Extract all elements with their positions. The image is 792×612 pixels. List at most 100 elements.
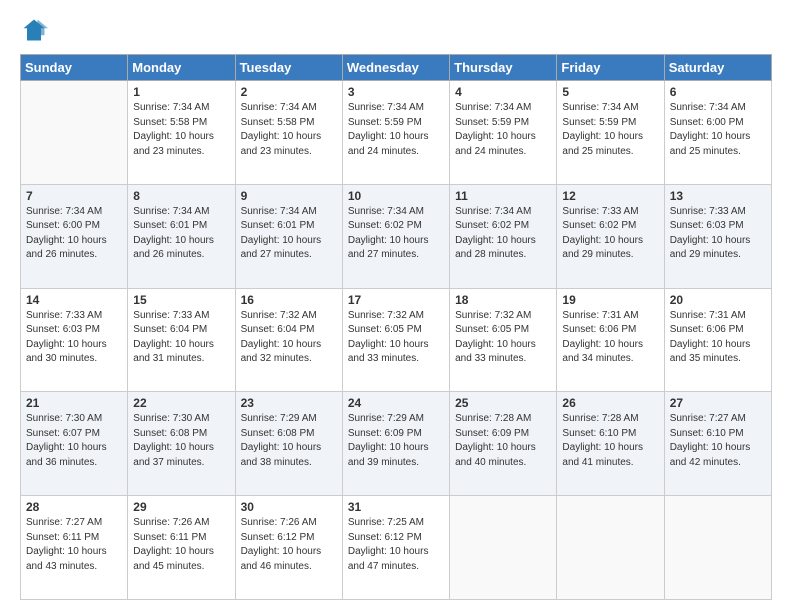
- day-number: 22: [133, 396, 229, 410]
- day-info: Sunrise: 7:25 AMSunset: 6:12 PMDaylight:…: [348, 516, 444, 574]
- calendar-cell: 21Sunrise: 7:30 AMSunset: 6:07 PMDayligh…: [21, 392, 128, 496]
- weekday-header-wednesday: Wednesday: [342, 55, 449, 81]
- calendar-cell: 3 Sunrise: 7:34 AMSunset: 5:59 PMDaylight…: [342, 81, 449, 185]
- calendar-cell: 10 Sunrise: 7:34 AMSunset: 6:02 PMDayligh…: [342, 184, 449, 288]
- calendar-cell: 4Sunrise: 7:34 AMSunset: 5:59 PMDaylight…: [450, 81, 557, 185]
- calendar-cell: 16 Sunrise: 7:32 AMSunset: 6:04 PMDayligh…: [235, 288, 342, 392]
- calendar-cell: [21, 81, 128, 185]
- day-number: 19: [562, 293, 658, 307]
- day-number: 14: [26, 293, 122, 307]
- weekday-header-tuesday: Tuesday: [235, 55, 342, 81]
- calendar-cell: 26 Sunrise: 7:28 AMSunset: 6:10 PMDayligh…: [557, 392, 664, 496]
- day-number: 4: [455, 85, 551, 99]
- day-number: 8: [133, 189, 229, 203]
- day-number: 17: [348, 293, 444, 307]
- calendar-cell: 5 Sunrise: 7:34 AMSunset: 5:59 PMDaylight…: [557, 81, 664, 185]
- day-number: 27: [670, 396, 766, 410]
- calendar-cell: 29 Sunrise: 7:26 AMSunset: 6:11 PMDayligh…: [128, 496, 235, 600]
- calendar-week-row: 14 Sunrise: 7:33 AMSunset: 6:03 PMDayligh…: [21, 288, 772, 392]
- day-info: Sunrise: 7:34 AMSunset: 5:59 PMDaylight:…: [348, 101, 444, 159]
- calendar-week-row: 28 Sunrise: 7:27 AMSunset: 6:11 PMDayligh…: [21, 496, 772, 600]
- calendar-table: SundayMondayTuesdayWednesdayThursdayFrid…: [20, 54, 772, 600]
- day-info: Sunrise: 7:33 AMSunset: 6:03 PMDaylight:…: [26, 309, 122, 367]
- day-info: Sunrise: 7:32 AMSunset: 6:04 PMDaylight:…: [241, 309, 337, 367]
- calendar-cell: 17 Sunrise: 7:32 AMSunset: 6:05 PMDayligh…: [342, 288, 449, 392]
- day-info: Sunrise: 7:34 AMSunset: 5:59 PMDaylight:…: [562, 101, 658, 159]
- weekday-header-thursday: Thursday: [450, 55, 557, 81]
- day-info: Sunrise: 7:27 AMSunset: 6:10 PMDaylight:…: [670, 412, 766, 470]
- logo-icon: [20, 16, 48, 44]
- day-number: 11: [455, 189, 551, 203]
- day-number: 16: [241, 293, 337, 307]
- day-info: Sunrise: 7:33 AMSunset: 6:04 PMDaylight:…: [133, 309, 229, 367]
- weekday-header-row: SundayMondayTuesdayWednesdayThursdayFrid…: [21, 55, 772, 81]
- calendar-cell: 6Sunrise: 7:34 AMSunset: 6:00 PMDaylight…: [664, 81, 771, 185]
- calendar-cell: 2Sunrise: 7:34 AMSunset: 5:58 PMDaylight…: [235, 81, 342, 185]
- calendar-cell: 24Sunrise: 7:29 AMSunset: 6:09 PMDayligh…: [342, 392, 449, 496]
- day-number: 20: [670, 293, 766, 307]
- day-number: 18: [455, 293, 551, 307]
- day-number: 24: [348, 396, 444, 410]
- day-number: 28: [26, 500, 122, 514]
- day-info: Sunrise: 7:34 AMSunset: 6:00 PMDaylight:…: [26, 205, 122, 263]
- day-number: 26: [562, 396, 658, 410]
- day-info: Sunrise: 7:30 AMSunset: 6:08 PMDaylight:…: [133, 412, 229, 470]
- day-number: 31: [348, 500, 444, 514]
- calendar-cell: [557, 496, 664, 600]
- weekday-header-sunday: Sunday: [21, 55, 128, 81]
- day-info: Sunrise: 7:34 AMSunset: 6:02 PMDaylight:…: [348, 205, 444, 263]
- calendar-cell: 28 Sunrise: 7:27 AMSunset: 6:11 PMDayligh…: [21, 496, 128, 600]
- day-info: Sunrise: 7:32 AMSunset: 6:05 PMDaylight:…: [455, 309, 551, 367]
- day-info: Sunrise: 7:34 AMSunset: 6:01 PMDaylight:…: [241, 205, 337, 263]
- weekday-header-friday: Friday: [557, 55, 664, 81]
- day-info: Sunrise: 7:34 AMSunset: 5:58 PMDaylight:…: [241, 101, 337, 159]
- day-number: 25: [455, 396, 551, 410]
- calendar-cell: 30 Sunrise: 7:26 AMSunset: 6:12 PMDayligh…: [235, 496, 342, 600]
- calendar-cell: 1 Sunrise: 7:34 AMSunset: 5:58 PMDaylight…: [128, 81, 235, 185]
- day-number: 23: [241, 396, 337, 410]
- calendar-cell: 31 Sunrise: 7:25 AMSunset: 6:12 PMDayligh…: [342, 496, 449, 600]
- day-number: 13: [670, 189, 766, 203]
- day-info: Sunrise: 7:27 AMSunset: 6:11 PMDaylight:…: [26, 516, 122, 574]
- day-number: 30: [241, 500, 337, 514]
- day-info: Sunrise: 7:34 AMSunset: 6:00 PMDaylight:…: [670, 101, 766, 159]
- day-info: Sunrise: 7:26 AMSunset: 6:12 PMDaylight:…: [241, 516, 337, 574]
- calendar-cell: 27 Sunrise: 7:27 AMSunset: 6:10 PMDayligh…: [664, 392, 771, 496]
- day-number: 1: [133, 85, 229, 99]
- calendar-cell: 22 Sunrise: 7:30 AMSunset: 6:08 PMDayligh…: [128, 392, 235, 496]
- calendar-cell: 20 Sunrise: 7:31 AMSunset: 6:06 PMDayligh…: [664, 288, 771, 392]
- calendar-cell: 19Sunrise: 7:31 AMSunset: 6:06 PMDayligh…: [557, 288, 664, 392]
- calendar-week-row: 7 Sunrise: 7:34 AMSunset: 6:00 PMDaylight…: [21, 184, 772, 288]
- calendar-cell: 18 Sunrise: 7:32 AMSunset: 6:05 PMDayligh…: [450, 288, 557, 392]
- logo: [20, 16, 52, 44]
- calendar-cell: 8 Sunrise: 7:34 AMSunset: 6:01 PMDaylight…: [128, 184, 235, 288]
- day-info: Sunrise: 7:29 AMSunset: 6:08 PMDaylight:…: [241, 412, 337, 470]
- day-number: 29: [133, 500, 229, 514]
- day-info: Sunrise: 7:34 AMSunset: 6:01 PMDaylight:…: [133, 205, 229, 263]
- calendar-week-row: 1 Sunrise: 7:34 AMSunset: 5:58 PMDaylight…: [21, 81, 772, 185]
- calendar-cell: [450, 496, 557, 600]
- day-number: 10: [348, 189, 444, 203]
- day-info: Sunrise: 7:34 AMSunset: 5:58 PMDaylight:…: [133, 101, 229, 159]
- calendar-cell: 14 Sunrise: 7:33 AMSunset: 6:03 PMDayligh…: [21, 288, 128, 392]
- calendar-cell: 9 Sunrise: 7:34 AMSunset: 6:01 PMDaylight…: [235, 184, 342, 288]
- day-number: 7: [26, 189, 122, 203]
- day-info: Sunrise: 7:31 AMSunset: 6:06 PMDaylight:…: [670, 309, 766, 367]
- day-number: 15: [133, 293, 229, 307]
- day-info: Sunrise: 7:34 AMSunset: 6:02 PMDaylight:…: [455, 205, 551, 263]
- calendar-cell: 7 Sunrise: 7:34 AMSunset: 6:00 PMDaylight…: [21, 184, 128, 288]
- calendar-cell: 25 Sunrise: 7:28 AMSunset: 6:09 PMDayligh…: [450, 392, 557, 496]
- day-info: Sunrise: 7:28 AMSunset: 6:10 PMDaylight:…: [562, 412, 658, 470]
- day-number: 3: [348, 85, 444, 99]
- calendar-week-row: 21Sunrise: 7:30 AMSunset: 6:07 PMDayligh…: [21, 392, 772, 496]
- day-number: 5: [562, 85, 658, 99]
- page: SundayMondayTuesdayWednesdayThursdayFrid…: [0, 0, 792, 612]
- weekday-header-monday: Monday: [128, 55, 235, 81]
- day-info: Sunrise: 7:30 AMSunset: 6:07 PMDaylight:…: [26, 412, 122, 470]
- day-number: 9: [241, 189, 337, 203]
- calendar-cell: [664, 496, 771, 600]
- header: [20, 16, 772, 44]
- day-info: Sunrise: 7:26 AMSunset: 6:11 PMDaylight:…: [133, 516, 229, 574]
- day-info: Sunrise: 7:32 AMSunset: 6:05 PMDaylight:…: [348, 309, 444, 367]
- day-info: Sunrise: 7:28 AMSunset: 6:09 PMDaylight:…: [455, 412, 551, 470]
